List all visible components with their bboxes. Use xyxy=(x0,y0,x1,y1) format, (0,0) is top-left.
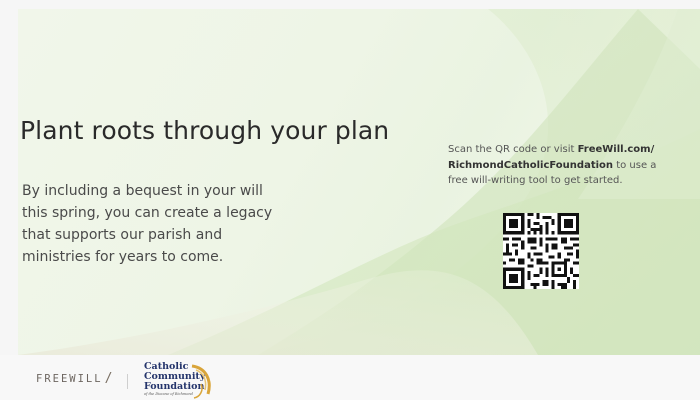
ccf-logo: Catholic Community Foundation of the Dio… xyxy=(144,362,216,400)
freewill-slash-icon: / xyxy=(104,371,113,386)
freewill-logo: FREEWILL / xyxy=(36,371,112,386)
footer-divider xyxy=(127,374,128,389)
qr-instructions: Scan the QR code or visit FreeWill.com/R… xyxy=(448,142,676,189)
qr-instructions-prefix: Scan the QR code or visit xyxy=(448,144,578,155)
freewill-logo-text: FREEWILL xyxy=(36,373,103,385)
website-link-line2: RichmondCatholicFoundation xyxy=(448,159,614,171)
website-link-line1: FreeWill.com/ xyxy=(577,144,655,155)
ccf-sunburst-icon xyxy=(191,364,211,399)
body-text: By including a bequest in your will this… xyxy=(22,183,273,265)
headline: Plant roots through your plan xyxy=(20,116,390,145)
qr-code[interactable] xyxy=(503,213,579,289)
promo-slide: Plant roots through your plan By includi… xyxy=(0,0,700,400)
